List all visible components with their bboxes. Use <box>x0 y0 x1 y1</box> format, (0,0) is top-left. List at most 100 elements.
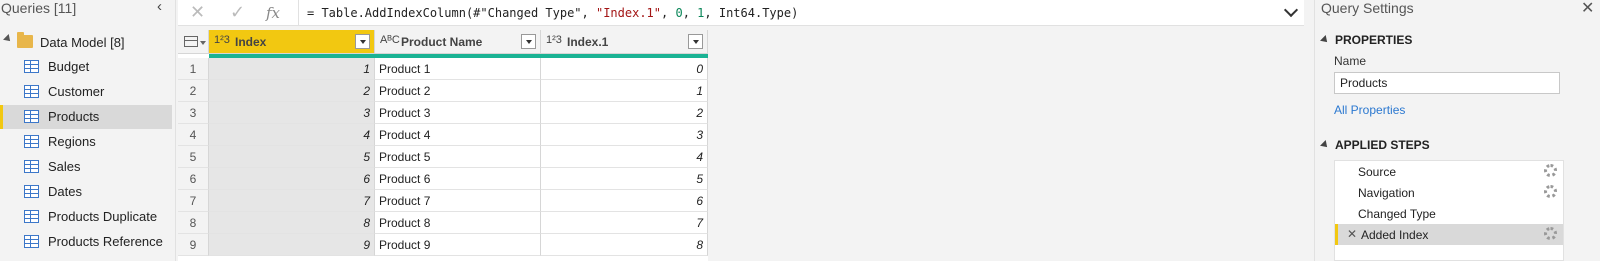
query-item[interactable]: Dates <box>0 180 172 204</box>
query-name-input[interactable] <box>1334 72 1560 94</box>
all-properties-link[interactable]: All Properties <box>1334 103 1405 117</box>
gear-icon[interactable] <box>1544 164 1557 177</box>
product-name-cell[interactable]: Product 6 <box>375 168 541 190</box>
close-settings-icon[interactable]: ✕ <box>1581 0 1594 18</box>
formula-bar: ✕ ✓ fx = Table.AddIndexColumn(#"Changed … <box>178 0 1304 26</box>
product-name-cell[interactable]: Product 3 <box>375 102 541 124</box>
index1-cell[interactable]: 0 <box>541 58 708 80</box>
index1-cell[interactable]: 2 <box>541 102 708 124</box>
row-number[interactable]: 2 <box>178 80 209 102</box>
query-item-label: Sales <box>48 159 81 174</box>
query-item[interactable]: Customer <box>0 80 172 104</box>
table-row[interactable]: 7 7 Product 76 <box>178 190 708 212</box>
row-number[interactable]: 9 <box>178 234 209 256</box>
properties-section-title[interactable]: PROPERTIES <box>1320 33 1413 47</box>
index-cell[interactable]: 3 <box>209 102 375 124</box>
row-number[interactable]: 1 <box>178 58 209 80</box>
query-group-data-model[interactable]: Data Model [8] <box>0 32 176 54</box>
column-filter-button[interactable] <box>521 34 536 49</box>
index-cell[interactable]: 1 <box>209 58 375 80</box>
delete-step-icon[interactable]: ✕ <box>1347 227 1357 241</box>
collapse-pane-icon[interactable]: ‹ <box>157 0 162 15</box>
product-name-cell[interactable]: Product 4 <box>375 124 541 146</box>
commit-formula-icon[interactable]: ✓ <box>230 2 245 23</box>
formula-token: , <box>661 6 676 20</box>
table-icon <box>184 36 198 47</box>
applied-step[interactable]: Navigation <box>1335 182 1563 203</box>
cancel-formula-icon[interactable]: ✕ <box>190 2 205 23</box>
gear-icon[interactable] <box>1544 185 1557 198</box>
index-cell[interactable]: 2 <box>209 80 375 102</box>
index-cell[interactable]: 9 <box>209 234 375 256</box>
expand-triangle-icon <box>1320 140 1330 150</box>
formula-input[interactable]: = Table.AddIndexColumn(#"Changed Type", … <box>298 0 1302 26</box>
query-item[interactable]: Budget <box>0 55 172 79</box>
query-item[interactable]: Products Reference <box>0 230 172 254</box>
applied-step-label: Navigation <box>1358 186 1415 200</box>
table-row[interactable]: 9 9 Product 98 <box>178 234 708 256</box>
product-name-cell[interactable]: Product 9 <box>375 234 541 256</box>
query-item[interactable]: Products Duplicate <box>0 205 172 229</box>
index1-cell[interactable]: 3 <box>541 124 708 146</box>
index1-cell[interactable]: 4 <box>541 146 708 168</box>
table-icon <box>24 160 39 173</box>
index1-cell[interactable]: 6 <box>541 190 708 212</box>
name-label: Name <box>1334 54 1367 68</box>
column-header[interactable]: 1²3 Index.1 <box>541 30 708 54</box>
applied-steps-section-title[interactable]: APPLIED STEPS <box>1320 138 1430 152</box>
expand-triangle-icon[interactable] <box>3 34 13 44</box>
index-cell[interactable]: 4 <box>209 124 375 146</box>
applied-step[interactable]: Changed Type <box>1335 203 1563 224</box>
properties-title-text: PROPERTIES <box>1335 33 1413 47</box>
row-number[interactable]: 6 <box>178 168 209 190</box>
table-row[interactable]: 4 4 Product 43 <box>178 124 708 146</box>
index1-cell[interactable]: 8 <box>541 234 708 256</box>
product-name-cell[interactable]: Product 1 <box>375 58 541 80</box>
index1-cell[interactable]: 5 <box>541 168 708 190</box>
column-type-icon[interactable]: 1²3 <box>214 34 230 46</box>
gear-icon[interactable] <box>1544 227 1557 240</box>
product-name-cell[interactable]: Product 7 <box>375 190 541 212</box>
data-grid: 1²3 Index AᴮC Product Name 1²3 Index.1 1 1 Prod… <box>178 30 708 261</box>
table-row[interactable]: 2 2 Product 21 <box>178 80 708 102</box>
column-header[interactable]: 1²3 Index <box>209 30 375 54</box>
index-cell[interactable]: 5 <box>209 146 375 168</box>
query-item[interactable]: Sales <box>0 155 172 179</box>
table-row[interactable]: 5 5 Product 54 <box>178 146 708 168</box>
queries-header: Queries [11] ‹ <box>0 0 176 18</box>
product-name-cell[interactable]: Product 8 <box>375 212 541 234</box>
index-cell[interactable]: 8 <box>209 212 375 234</box>
queries-title: Queries [11] <box>1 0 77 16</box>
index-cell[interactable]: 6 <box>209 168 375 190</box>
column-header[interactable]: AᴮC Product Name <box>375 30 541 54</box>
column-header-label: Index <box>235 35 267 49</box>
row-number[interactable]: 4 <box>178 124 209 146</box>
queries-pane: Queries [11] ‹ Data Model [8] Budget Cust… <box>0 0 176 261</box>
column-filter-button[interactable] <box>688 34 703 49</box>
row-number[interactable]: 3 <box>178 102 209 124</box>
applied-step[interactable]: ✕ Added Index <box>1335 224 1563 245</box>
table-menu-button[interactable] <box>178 30 209 54</box>
query-item[interactable]: Products <box>0 105 172 129</box>
row-number[interactable]: 8 <box>178 212 209 234</box>
formula-token: 0 <box>675 6 683 20</box>
row-number[interactable]: 7 <box>178 190 209 212</box>
column-filter-button[interactable] <box>355 34 370 49</box>
query-item-label: Products <box>48 109 100 124</box>
column-type-icon[interactable]: 1²3 <box>546 34 562 46</box>
column-type-icon[interactable]: AᴮC <box>380 34 400 46</box>
table-row[interactable]: 1 1 Product 10 <box>178 58 708 80</box>
index-cell[interactable]: 7 <box>209 190 375 212</box>
table-row[interactable]: 3 3 Product 32 <box>178 102 708 124</box>
index1-cell[interactable]: 1 <box>541 80 708 102</box>
table-row[interactable]: 8 8 Product 87 <box>178 212 708 234</box>
fx-icon[interactable]: fx <box>266 4 280 22</box>
row-number[interactable]: 5 <box>178 146 209 168</box>
product-name-cell[interactable]: Product 2 <box>375 80 541 102</box>
applied-step[interactable]: Source <box>1335 161 1563 182</box>
query-item[interactable]: Regions <box>0 130 172 154</box>
product-name-cell[interactable]: Product 5 <box>375 146 541 168</box>
table-row[interactable]: 6 6 Product 65 <box>178 168 708 190</box>
column-header-label: Index.1 <box>567 35 609 49</box>
index1-cell[interactable]: 7 <box>541 212 708 234</box>
